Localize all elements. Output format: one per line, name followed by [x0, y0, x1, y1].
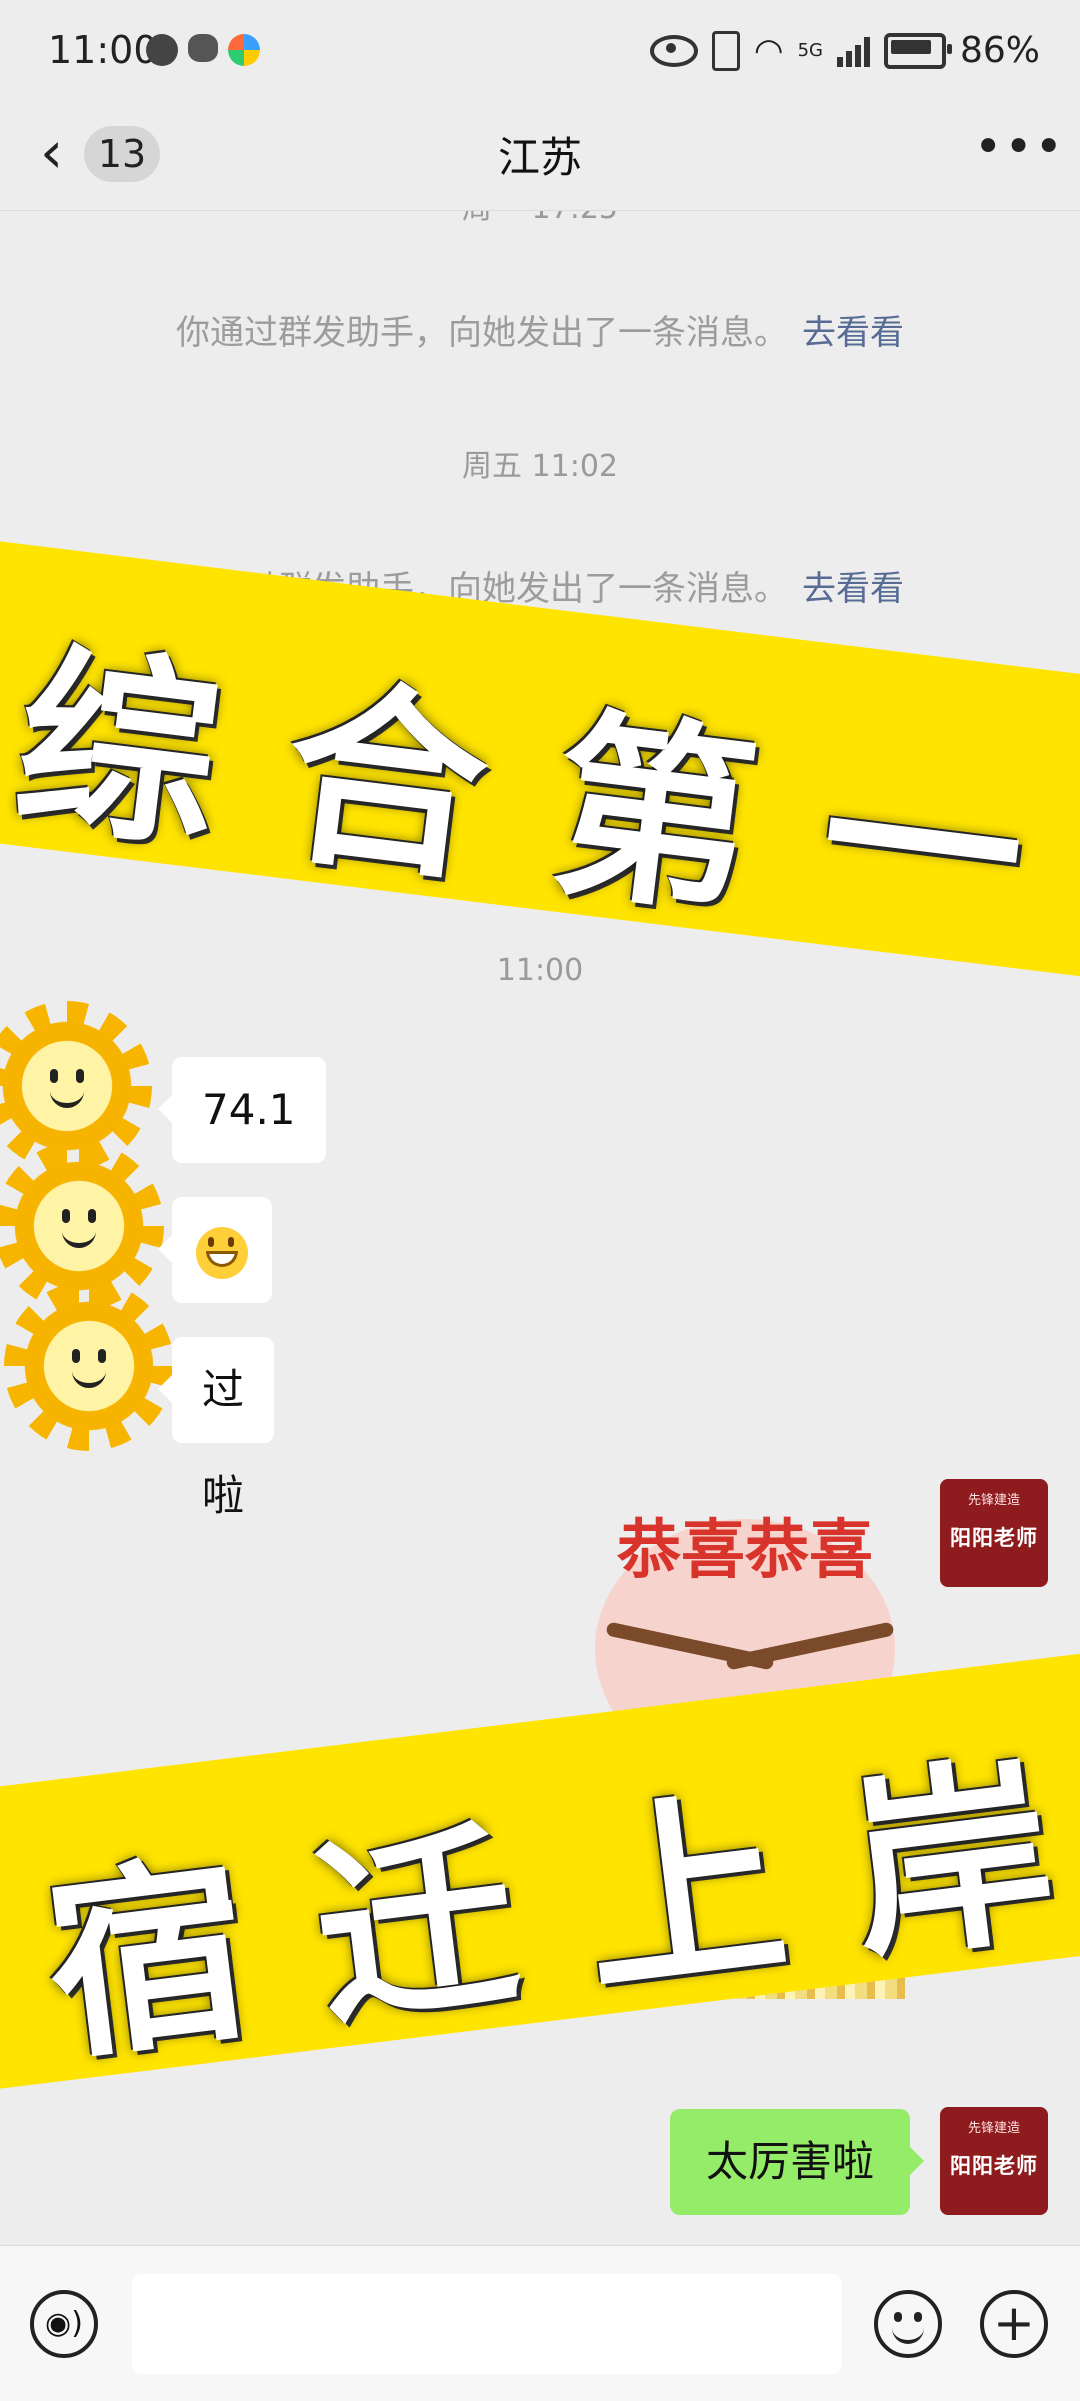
avatar-logo-text: 先锋建造 — [967, 1493, 1020, 1508]
teacher-avatar[interactable]: 先锋建造 阳阳老师 — [940, 2107, 1048, 2215]
system-icons: ◠ 5G 86% — [649, 30, 1040, 71]
wechat-icon — [146, 34, 178, 66]
chat-bubble-icon — [188, 34, 218, 62]
system-message: 你通过群发助手，向她发出了一条消息。 去看看 — [0, 305, 1080, 354]
avatar-name-text: 阳阳老师 — [950, 2153, 1038, 2178]
sun-avatar[interactable] — [4, 1281, 174, 1451]
avatar-name-text: 阳阳老师 — [950, 1525, 1038, 1550]
avatar-logo-text: 先锋建造 — [967, 2121, 1020, 2136]
go-see-link[interactable]: 去看看 — [802, 569, 904, 609]
message-bubble[interactable] — [158, 1197, 272, 1303]
eye-icon — [649, 34, 698, 67]
wifi-icon: ◠ — [753, 30, 784, 71]
voice-icon[interactable]: ◉) — [30, 2290, 98, 2358]
status-bar: 11:00 ◠ 5G 86% — [0, 0, 1080, 100]
go-see-link[interactable]: 去看看 — [802, 313, 904, 353]
system-message-text: 你通过群发助手，向她发出了一条消息。 — [176, 313, 788, 353]
chat-header: ‹ 13 江苏 ••• — [0, 100, 1080, 211]
chat-title: 江苏 — [497, 133, 582, 182]
status-time: 11:00 — [48, 28, 158, 72]
vibrate-icon — [711, 30, 740, 71]
signal-icon — [836, 35, 870, 67]
message-bubble-right[interactable]: 太厉害啦 — [669, 2109, 925, 2215]
emoji-icon[interactable] — [874, 2290, 942, 2358]
network-type: 5G — [797, 40, 823, 61]
battery-icon — [883, 32, 952, 69]
sticker-text: 恭喜恭喜 — [617, 1513, 873, 1588]
message-bubble[interactable]: 过啦 — [157, 1337, 275, 1520]
message-input[interactable] — [132, 2274, 842, 2374]
timestamp: 周一 17:25 — [0, 211, 1080, 227]
timestamp: 周五 11:02 — [462, 449, 618, 484]
sun-avatar[interactable] — [0, 1001, 152, 1171]
battery-percent: 86% — [959, 30, 1040, 71]
message-bubble[interactable]: 74.1 — [158, 1057, 326, 1163]
teacher-avatar[interactable]: 先锋建造 阳阳老师 — [940, 1479, 1048, 1587]
input-bar: ◉) + — [0, 2245, 1080, 2401]
sun-avatar[interactable] — [0, 1141, 164, 1311]
notification-icons — [146, 34, 260, 66]
colorful-app-icon — [228, 34, 260, 66]
plus-icon[interactable]: + — [980, 2290, 1048, 2358]
more-options-icon[interactable]: ••• — [974, 122, 1063, 182]
grinning-emoji-icon — [196, 1226, 248, 1279]
